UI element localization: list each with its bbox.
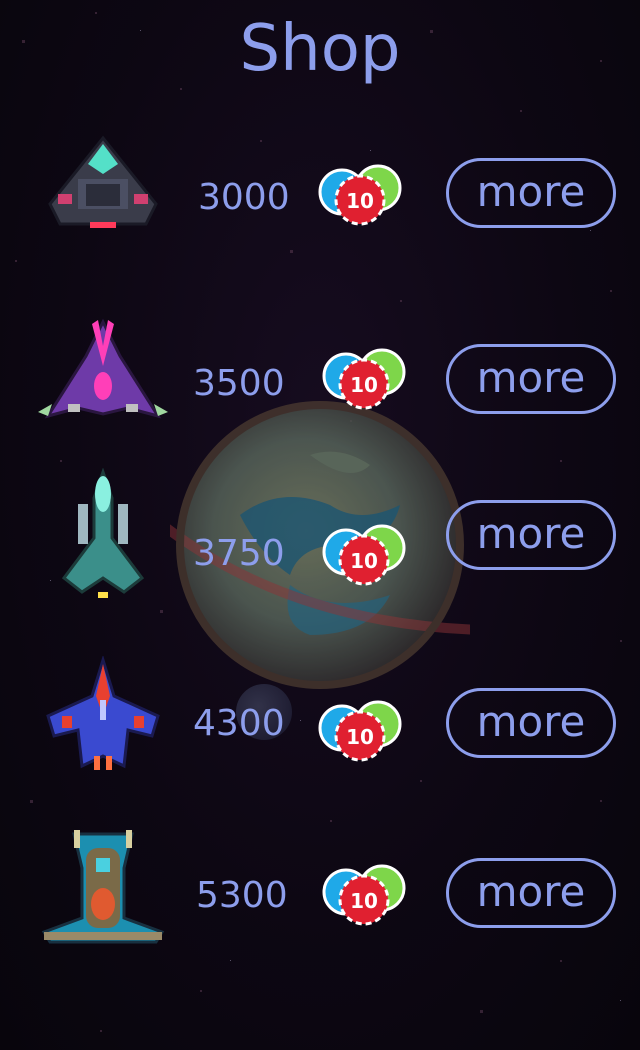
shop-item-row: 5300 10 more <box>0 830 640 948</box>
chip-stack-icon: 10 <box>320 524 410 588</box>
svg-text:10: 10 <box>346 189 374 213</box>
shop-item-row: 4300 10 more <box>0 656 640 778</box>
svg-text:10: 10 <box>350 889 378 913</box>
chip-stack-icon: 10 <box>320 348 410 412</box>
shop-item-row: 3500 10 more <box>0 318 640 438</box>
cyan-orange-gunship-sprite <box>38 828 168 958</box>
svg-text:10: 10 <box>350 373 378 397</box>
red-blue-winged-fighter-sprite <box>38 656 168 786</box>
more-button[interactable]: more <box>446 500 616 570</box>
teal-narrow-fighter-sprite <box>38 468 168 608</box>
gray-cyan-delta-ship-sprite <box>38 134 168 244</box>
more-button[interactable]: more <box>446 858 616 928</box>
purple-magenta-fighter-sprite <box>38 316 168 426</box>
item-price: 3500 <box>193 363 285 404</box>
item-price: 3750 <box>193 533 285 574</box>
shop-item-row: 3750 10 more <box>0 468 640 608</box>
svg-text:10: 10 <box>346 725 374 749</box>
shop-screen: Shop 3000 10 more 3500 10 more 3750 10 m… <box>0 0 640 1050</box>
item-price: 5300 <box>196 875 288 916</box>
chip-stack-icon: 10 <box>316 164 406 228</box>
svg-text:10: 10 <box>350 549 378 573</box>
item-price: 4300 <box>193 703 285 744</box>
more-button[interactable]: more <box>446 158 616 228</box>
shop-item-row: 3000 10 more <box>0 135 640 252</box>
more-button[interactable]: more <box>446 344 616 414</box>
more-button[interactable]: more <box>446 688 616 758</box>
chip-stack-icon: 10 <box>320 864 410 928</box>
chip-stack-icon: 10 <box>316 700 406 764</box>
shop-title: Shop <box>239 12 401 86</box>
item-price: 3000 <box>198 177 290 218</box>
